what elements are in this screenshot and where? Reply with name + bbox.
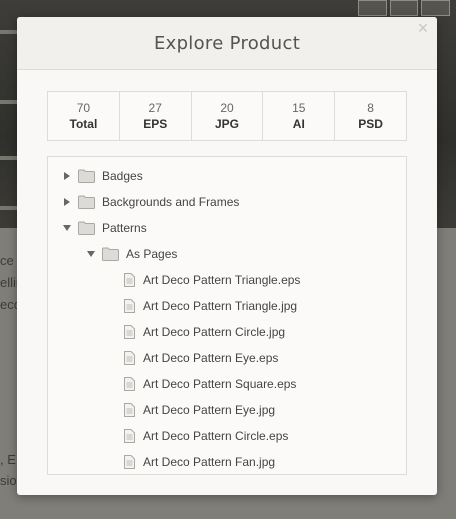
tree-item-label: Badges: [102, 169, 143, 183]
stat-label: JPG: [214, 117, 239, 131]
tree-item-label: Backgrounds and Frames: [102, 195, 240, 209]
tree-item-label: Art Deco Pattern Triangle.eps: [143, 273, 301, 287]
tree-folder-as-pages[interactable]: As Pages: [86, 244, 177, 264]
stat-ai: 15 AI: [263, 92, 336, 140]
caret-right-icon[interactable]: [62, 171, 72, 181]
document-icon: [124, 273, 135, 287]
stat-count: 15: [292, 101, 306, 115]
tree-file[interactable]: Art Deco Pattern Circle.eps: [124, 426, 288, 446]
tree-folder-badges[interactable]: Badges: [62, 166, 143, 186]
document-icon: [124, 351, 135, 365]
document-icon: [124, 403, 135, 417]
stat-psd: 8 PSD: [335, 92, 406, 140]
explore-product-modal: Explore Product × 70 Total 27 EPS 20 JPG…: [17, 17, 437, 495]
background-text-fragment: , E: [0, 452, 16, 467]
tree-folder-patterns[interactable]: Patterns: [62, 218, 147, 238]
tree-item-label: Art Deco Pattern Fan.jpg: [143, 455, 276, 469]
tree-item-label: Patterns: [102, 221, 147, 235]
tree-file[interactable]: Art Deco Pattern Fan.jpg: [124, 452, 275, 472]
document-icon: [124, 377, 135, 391]
folder-icon: [78, 169, 95, 183]
folder-icon: [78, 221, 95, 235]
document-icon: [124, 325, 135, 339]
tree-item-label: Art Deco Pattern Circle.eps: [143, 429, 289, 443]
tree-folder-backgrounds[interactable]: Backgrounds and Frames: [62, 192, 239, 212]
folder-icon: [78, 195, 95, 209]
stat-label: PSD: [358, 117, 383, 131]
caret-right-icon[interactable]: [62, 197, 72, 207]
stat-jpg: 20 JPG: [192, 92, 264, 140]
tree-file[interactable]: Art Deco Pattern Eye.eps: [124, 348, 278, 368]
document-icon: [124, 299, 135, 313]
stat-count: 70: [76, 101, 91, 115]
tree-item-label: Art Deco Pattern Circle.jpg: [143, 325, 286, 339]
folder-icon: [102, 247, 119, 261]
stat-count: 27: [148, 101, 162, 115]
tree-file[interactable]: Art Deco Pattern Triangle.jpg: [124, 296, 297, 316]
background-text-fragment: sio: [0, 473, 17, 488]
stat-eps: 27 EPS: [120, 92, 192, 140]
tree-item-label: As Pages: [126, 247, 178, 261]
caret-down-icon[interactable]: [86, 249, 96, 259]
tree-file[interactable]: Art Deco Pattern Eye.jpg: [124, 400, 275, 420]
stat-count: 20: [220, 101, 234, 115]
modal-header: Explore Product ×: [17, 17, 437, 70]
tree-item-label: Art Deco Pattern Eye.jpg: [143, 403, 276, 417]
caret-down-icon[interactable]: [62, 223, 72, 233]
file-type-stats: 70 Total 27 EPS 20 JPG 15 AI 8 PSD: [47, 91, 407, 141]
close-button[interactable]: ×: [415, 19, 431, 37]
stat-count: 8: [367, 101, 374, 115]
background-text-fragment: ce: [0, 253, 14, 268]
document-icon: [124, 455, 135, 469]
document-icon: [124, 429, 135, 443]
stat-label: AI: [292, 117, 305, 131]
tree-item-label: Art Deco Pattern Triangle.jpg: [143, 299, 298, 313]
file-tree: Badges Backgrounds and Frames Patterns A…: [47, 156, 407, 475]
tree-file[interactable]: Art Deco Pattern Circle.jpg: [124, 322, 285, 342]
tree-file[interactable]: Art Deco Pattern Square.eps: [124, 374, 296, 394]
stat-label: Total: [69, 117, 98, 131]
stat-total: 70 Total: [48, 92, 120, 140]
tree-item-label: Art Deco Pattern Square.eps: [143, 377, 297, 391]
tree-item-label: Art Deco Pattern Eye.eps: [143, 351, 279, 365]
modal-title: Explore Product: [153, 32, 301, 54]
tree-file[interactable]: Art Deco Pattern Triangle.eps: [124, 270, 300, 290]
stat-label: EPS: [143, 117, 168, 131]
background-thumbnails: [358, 0, 451, 16]
